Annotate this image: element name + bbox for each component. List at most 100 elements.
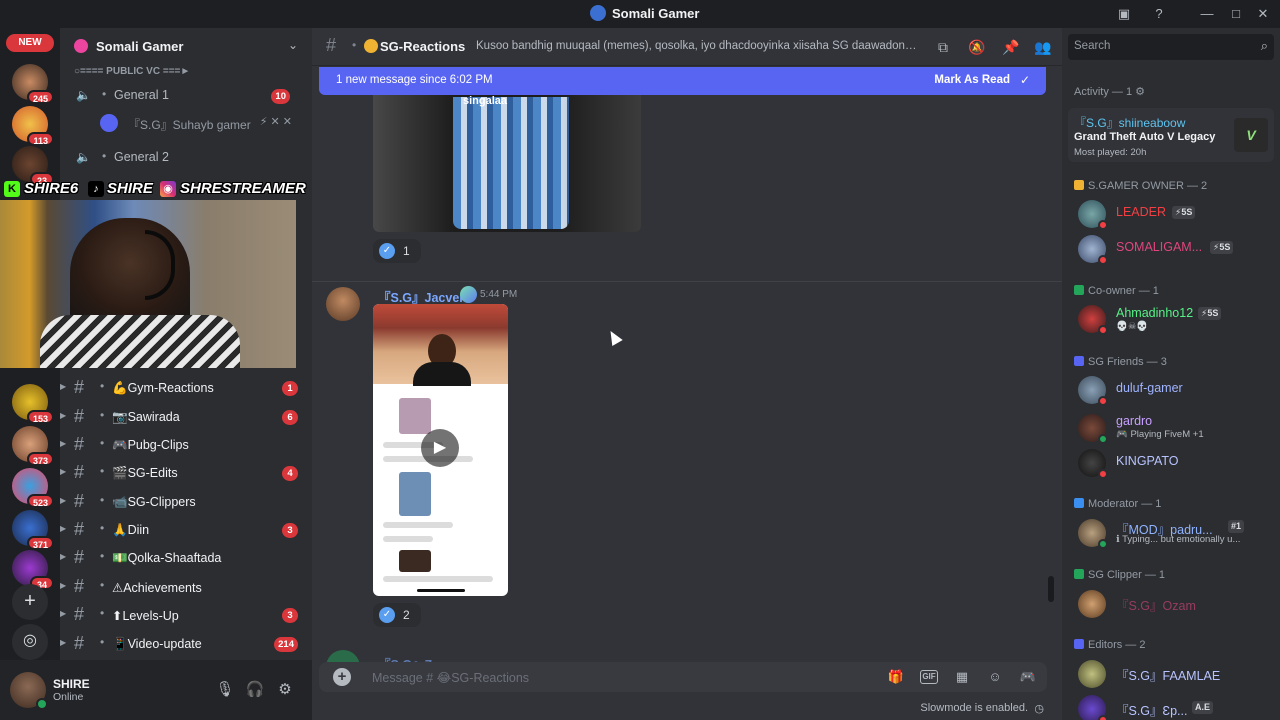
voice-channel-general-2[interactable]: 🔈 • General 2	[72, 145, 304, 171]
voice-user-limit: 10	[271, 89, 290, 104]
threads-icon[interactable]: ⧉	[934, 38, 952, 56]
microphone-icon[interactable]: 🎙	[215, 680, 235, 700]
message-input[interactable]: Message # 😂SG-Reactions	[372, 670, 529, 685]
member-item[interactable]: LEADER ⚡5S	[1068, 197, 1274, 231]
channel-item[interactable]: ▶ # • 🙏Diin 3	[60, 517, 312, 543]
play-icon[interactable]: ▶	[421, 429, 459, 467]
channel-item[interactable]: ▶ # • ⬆Levels-Up 3	[60, 602, 312, 628]
title-bar: Somali Gamer ▣ ? — □ ✕	[0, 0, 1280, 28]
close-icon[interactable]: ✕	[1255, 6, 1271, 22]
member-item[interactable]: Ahmadinho12 ⚡5S 💀☠💀	[1068, 302, 1274, 336]
mark-read-icon: ✓	[1019, 73, 1030, 87]
pin-icon[interactable]: 📌	[1002, 38, 1020, 56]
tiktok-icon: ♪	[88, 181, 104, 197]
channel-item[interactable]: ▶ # • 🎮Pubg-Clips	[60, 432, 312, 458]
add-server-icon[interactable]: +	[12, 584, 48, 620]
notification-bell-icon[interactable]: 🔕	[968, 38, 986, 56]
channel-item[interactable]: ▶ # • 📱Video-update 214	[60, 631, 312, 657]
maximize-icon[interactable]: □	[1228, 6, 1244, 22]
member-item[interactable]: 『MOD』padru... #1 ℹ Typing... but emotion…	[1068, 516, 1274, 550]
guild-header[interactable]: Somali Gamer ⌄	[60, 28, 312, 66]
group-header: SG Friends — 3	[1074, 356, 1167, 368]
mention-badge: 523	[26, 494, 54, 508]
member-list: Search ⌕ Activity — 1 ⚙ 『S.G』shiineaboow…	[1062, 28, 1280, 720]
server-item[interactable]: 373	[12, 426, 54, 466]
reaction-verified[interactable]: ✓ 2	[373, 603, 421, 627]
guild-name: Somali Gamer	[96, 39, 184, 54]
member-item[interactable]: 『S.G』Ozam	[1068, 587, 1274, 621]
user-panel: SHIRE Online 🎙 🎧 ⚙	[0, 660, 312, 720]
server-item[interactable]: 523	[12, 468, 54, 508]
mention-badge: 113	[27, 132, 54, 146]
reaction-verified[interactable]: ✓ 1	[373, 239, 421, 263]
image-attachment[interactable]: singalaa	[373, 95, 641, 232]
server-item[interactable]: 113	[12, 106, 54, 146]
voice-channel-general-1[interactable]: 🔈 • General 1 10	[72, 83, 304, 109]
sticker-icon[interactable]: ▦	[953, 668, 971, 686]
channel-item[interactable]: ▶ # • 💵Qolka-Shaaftada	[60, 545, 312, 571]
new-messages-bar[interactable]: 1 new message since 6:02 PM Mark As Read…	[319, 67, 1046, 95]
hash-icon: #	[326, 35, 337, 55]
avatar	[100, 114, 118, 132]
channel-item[interactable]: ▶ # • 📹SG-Clippers	[60, 489, 312, 515]
channel-item[interactable]: ▶ # • ⚠Achievements	[60, 574, 312, 600]
inbox-icon[interactable]: ▣	[1116, 6, 1132, 22]
boost-icon	[74, 39, 88, 53]
server-item[interactable]: 245	[12, 64, 54, 104]
message-divider	[312, 281, 1062, 282]
verified-check-icon: ✓	[379, 607, 395, 623]
add-attachment-icon[interactable]: +	[333, 668, 351, 686]
video-attachment[interactable]: ▶	[373, 304, 508, 596]
channel-header: # • SG-Reactions Kusoo bandhig muuqaal (…	[312, 28, 1062, 66]
category-public-vc[interactable]: ○==== PUBLIC VC ===►	[74, 66, 190, 77]
gear-icon[interactable]: ⚙	[275, 680, 295, 700]
minimize-icon[interactable]: —	[1199, 6, 1215, 22]
dot-icon: •	[102, 149, 107, 163]
user-status: Online	[53, 691, 84, 703]
discover-icon[interactable]: ◎	[12, 624, 48, 660]
speaker-icon: 🔈	[76, 150, 91, 164]
activity-user: 『S.G』shiineaboow	[1074, 116, 1186, 130]
gif-icon[interactable]: GIF	[920, 670, 938, 684]
mention-badge: 373	[26, 452, 54, 466]
dot-icon: •	[352, 38, 357, 52]
emoji-icon[interactable]: ☺	[986, 668, 1004, 686]
help-icon[interactable]: ?	[1151, 6, 1167, 22]
server-item[interactable]: 371	[12, 510, 54, 550]
server-item[interactable]: 34	[12, 550, 54, 590]
mark-as-read-button[interactable]: Mark As Read	[934, 74, 1010, 86]
channel-item[interactable]: ▶ # • 📷Sawirada 6	[60, 404, 312, 430]
message-composer[interactable]: + Message # 😂SG-Reactions 🎁 GIF ▦ ☺ 🎮	[319, 662, 1047, 692]
activity-card[interactable]: 『S.G』shiineaboow Grand Theft Auto V Lega…	[1068, 108, 1274, 162]
social-tags: K SHIRE6 ♪ SHIRE ◉ SHRESTREAMER	[2, 178, 308, 200]
chevron-down-icon[interactable]: ⌄	[288, 38, 298, 52]
server-item[interactable]: 153	[12, 384, 54, 424]
verified-check-icon: ✓	[379, 243, 395, 259]
channel-topic[interactable]: Kusoo bandhig muuqaal (memes), qosolka, …	[476, 40, 922, 52]
member-item[interactable]: 『S.G』Ɛp... A.E	[1068, 692, 1274, 720]
avatar[interactable]	[326, 287, 360, 321]
voice-channel-label: General 2	[114, 150, 169, 164]
member-item[interactable]: KINGPATO	[1068, 446, 1274, 480]
gamepad-icon[interactable]: 🎮	[1019, 668, 1037, 686]
group-header: S.GAMER OWNER — 2	[1074, 180, 1207, 192]
speaker-icon: 🔈	[76, 88, 91, 102]
voice-user[interactable]: 『S.G』Suhayb gamer ⚡ ✕ ✕	[96, 112, 306, 134]
headphones-icon[interactable]: 🎧	[245, 680, 265, 700]
mention-badge: 153	[26, 410, 54, 424]
member-list-icon[interactable]: 👥	[1034, 38, 1052, 56]
new-unreads-pill[interactable]: NEW	[6, 34, 54, 52]
search-icon[interactable]: ⌕	[1261, 38, 1268, 54]
search-field[interactable]: Search ⌕	[1068, 34, 1274, 60]
gift-icon[interactable]: 🎁	[887, 668, 905, 686]
member-item[interactable]: SOMALIGAM... ⚡5S	[1068, 232, 1274, 266]
muted-icon: ⚡ ✕ ✕	[259, 116, 292, 128]
channel-item[interactable]: ▶ # • 🎬SG-Edits 4	[60, 460, 312, 486]
reaction-count: 2	[403, 608, 410, 622]
member-item[interactable]: gardro 🎮 Playing FiveM +1	[1068, 411, 1274, 445]
member-item[interactable]: duluf-gamer	[1068, 373, 1274, 407]
channel-item[interactable]: ▶ # • 💪Gym-Reactions 1	[60, 375, 312, 401]
member-item[interactable]: 『S.G』FAAMLAE	[1068, 657, 1274, 691]
tiktok-handle: SHIRE	[107, 180, 153, 197]
scrollbar[interactable]	[1048, 576, 1054, 602]
